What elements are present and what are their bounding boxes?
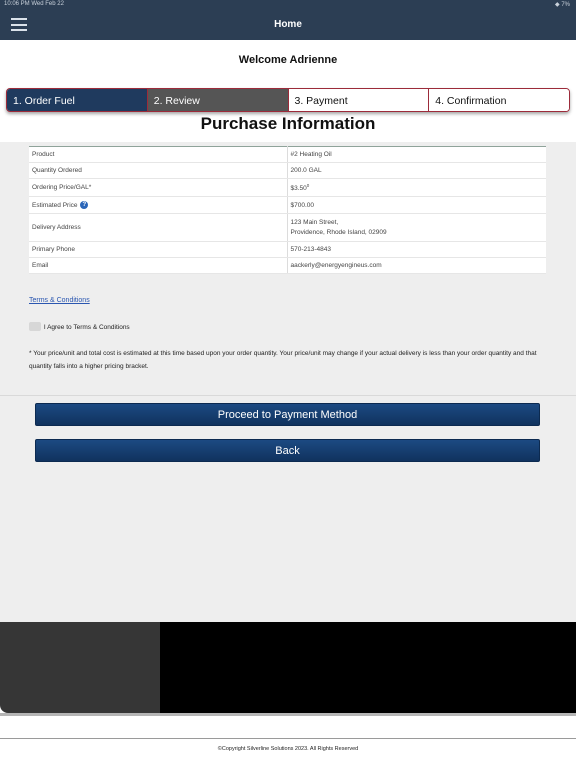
price-label: Ordering Price/GAL* xyxy=(29,178,288,197)
step-review[interactable]: 2. Review xyxy=(147,89,289,111)
address-label: Delivery Address xyxy=(29,213,288,242)
back-button[interactable]: Back xyxy=(35,439,540,462)
top-navbar: Home xyxy=(0,10,576,40)
navbar-title: Home xyxy=(274,19,302,30)
step-payment[interactable]: 3. Payment xyxy=(288,89,430,111)
copyright-footer: ©Copyright Silverline Solutions 2023. Al… xyxy=(217,746,359,752)
battery-indicator: ◆ 7% xyxy=(555,2,570,8)
terms-conditions-link[interactable]: Terms & Conditions xyxy=(29,297,90,304)
table-row: Delivery Address 123 Main Street, Provide… xyxy=(29,213,546,242)
price-cell: $3.500 xyxy=(287,178,546,197)
table-row: Primary Phone 570-213-4843 xyxy=(29,241,546,258)
estimated-value: $700.00 xyxy=(287,196,546,214)
dark-panel-left xyxy=(0,622,160,713)
phone-label: Primary Phone xyxy=(29,241,288,258)
help-icon[interactable]: ? xyxy=(80,201,89,209)
estimated-label: Estimated Price xyxy=(32,202,78,209)
step-order-fuel[interactable]: 1. Order Fuel xyxy=(7,89,148,111)
progress-steps: 1. Order Fuel 2. Review 3. Payment 4. Co… xyxy=(6,88,570,112)
footer-divider xyxy=(0,738,576,739)
address-line1: 123 Main Street, xyxy=(290,219,339,226)
status-bar: 10:06 PM Wed Feb 22 ◆ 7% xyxy=(0,0,576,10)
table-row: Ordering Price/GAL* $3.500 xyxy=(29,178,546,197)
product-label: Product xyxy=(29,146,288,163)
proceed-to-payment-button[interactable]: Proceed to Payment Method xyxy=(35,403,540,426)
page-title: Purchase Information xyxy=(200,114,376,133)
divider xyxy=(0,395,576,396)
table-row: Quantity Ordered 200.0 GAL xyxy=(29,162,546,179)
price-value: $3.50 xyxy=(290,185,307,192)
status-time: 10:06 PM Wed Feb 22 xyxy=(4,1,64,7)
product-value: #2 Heating Oil xyxy=(287,146,546,163)
table-row: Email aackerly@energyengineus.com xyxy=(29,257,546,274)
price-superscript: 0 xyxy=(306,183,310,188)
agree-terms-label: I Agree to Terms & Conditions xyxy=(43,324,130,331)
table-row: Estimated Price ? $700.00 xyxy=(29,196,546,214)
step-confirmation[interactable]: 4. Confirmation xyxy=(429,89,569,111)
address-value: 123 Main Street, Providence, Rhode Island… xyxy=(287,213,546,242)
quantity-value: 200.0 GAL xyxy=(287,162,546,179)
welcome-message: Welcome Adrienne xyxy=(238,54,338,66)
main-content: Product #2 Heating Oil Quantity Ordered … xyxy=(0,142,576,622)
table-row: Product #2 Heating Oil xyxy=(29,146,546,163)
email-label: Email xyxy=(29,257,288,274)
purchase-info-table: Product #2 Heating Oil Quantity Ordered … xyxy=(29,146,546,274)
pricing-note: * Your price/unit and total cost is esti… xyxy=(29,350,537,370)
estimated-label-cell: Estimated Price ? xyxy=(29,196,288,214)
address-line2: Providence, Rhode Island, 02909 xyxy=(290,229,387,236)
dark-panel-right xyxy=(160,622,576,713)
agree-terms-checkbox[interactable] xyxy=(29,322,41,331)
phone-value: 570-213-4843 xyxy=(287,241,546,258)
email-value: aackerly@energyengineus.com xyxy=(287,257,546,274)
quantity-label: Quantity Ordered xyxy=(29,162,288,179)
agree-terms-row: I Agree to Terms & Conditions xyxy=(29,322,130,331)
divider xyxy=(0,713,576,716)
